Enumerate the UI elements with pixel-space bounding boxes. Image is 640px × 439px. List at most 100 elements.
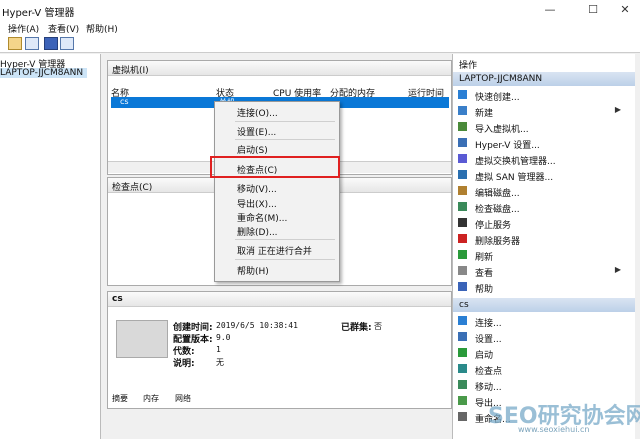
action-label: 查看	[475, 269, 494, 279]
tab-network[interactable]: 网络	[175, 393, 191, 404]
ctx-rename[interactable]: 重命名(M)...	[215, 210, 339, 224]
show-hide-action-icon[interactable]	[60, 37, 74, 50]
help-icon[interactable]	[44, 37, 58, 50]
action-label: 虚拟交换机管理器...	[475, 157, 556, 167]
tab-memory[interactable]: 内存	[143, 393, 159, 404]
window-title: Hyper-V 管理器	[2, 8, 75, 19]
action-host-7[interactable]: 检查磁盘...	[453, 200, 635, 215]
watermark: SEO研究协会网 www.seoxiehui.cn	[488, 398, 640, 434]
edit-disk-icon	[458, 186, 467, 195]
stop-service-icon	[458, 218, 467, 227]
ctx-move[interactable]: 移动(V)...	[215, 181, 339, 195]
note-value: 无	[216, 358, 224, 367]
help-icon	[458, 282, 467, 291]
refresh-icon	[458, 250, 467, 259]
action-vm-2[interactable]: 启动	[453, 346, 635, 361]
action-vm-1[interactable]: 设置...	[453, 330, 635, 345]
config-value: 9.0	[216, 333, 231, 342]
remove-server-icon	[458, 234, 467, 243]
action-host-3[interactable]: Hyper-V 设置...	[453, 136, 635, 151]
action-label: 连接...	[475, 319, 502, 329]
inspect-disk-icon	[458, 202, 467, 211]
cluster-value: 否	[374, 322, 382, 331]
submenu-arrow-icon: ▶	[614, 105, 621, 114]
checkpoint-icon	[458, 364, 467, 373]
action-host-1[interactable]: 新建 ▶	[453, 104, 635, 119]
highlight-box	[210, 156, 340, 178]
ctx-cancel-merge[interactable]: 取消 正在进行合并	[215, 243, 339, 257]
menu-bar: 操作(A) 查看(V) 帮助(H)	[0, 20, 640, 35]
vm-panel-title: 虚拟机(I)	[112, 66, 149, 76]
actions-host-group[interactable]: LAPTOP-JJCM8ANN	[453, 72, 635, 86]
action-host-2[interactable]: 导入虚拟机...	[453, 120, 635, 135]
ctx-settings[interactable]: 设置(E)...	[215, 124, 339, 138]
action-label: 删除服务器	[475, 237, 521, 247]
actions-vm-group[interactable]: cs	[453, 298, 635, 312]
context-menu: 连接(O)... 设置(E)... 启动(S) 检查点(C) 移动(V)... …	[214, 101, 340, 282]
show-hide-tree-icon[interactable]	[25, 37, 39, 50]
connect-icon	[458, 316, 467, 325]
ctx-separator	[235, 259, 335, 260]
action-host-11[interactable]: 查看 ▶	[453, 264, 635, 279]
new-icon	[458, 106, 467, 115]
action-host-0[interactable]: 快速创建...	[453, 88, 635, 103]
action-label: Hyper-V 设置...	[475, 141, 540, 151]
action-host-9[interactable]: 删除服务器	[453, 232, 635, 247]
action-label: 停止服务	[475, 221, 512, 231]
switch-manager-icon	[458, 154, 467, 163]
action-label: 帮助	[475, 285, 494, 295]
vm-thumbnail	[116, 320, 168, 358]
import-vm-icon	[458, 122, 467, 131]
action-label: 设置...	[475, 335, 502, 345]
actions-scrollbar[interactable]	[635, 54, 640, 439]
rename-icon	[458, 412, 467, 421]
start-icon	[458, 348, 467, 357]
ctx-connect[interactable]: 连接(O)...	[215, 105, 339, 119]
tab-summary[interactable]: 摘要	[112, 393, 128, 404]
navigation-tree: Hyper-V 管理器 LAPTOP-JJCM8ANN	[0, 54, 101, 439]
ctx-start[interactable]: 启动(S)	[215, 142, 339, 156]
submenu-arrow-icon: ▶	[614, 265, 621, 274]
ctx-delete[interactable]: 删除(D)...	[215, 224, 339, 238]
toolbar	[0, 34, 640, 53]
ctx-help[interactable]: 帮助(H)	[215, 263, 339, 277]
move-icon	[458, 380, 467, 389]
hyperv-settings-icon	[458, 138, 467, 147]
minimize-button[interactable]: —	[535, 0, 565, 20]
vm-name: cs	[120, 97, 129, 106]
action-label: 编辑磁盘...	[475, 189, 520, 199]
action-host-10[interactable]: 刷新	[453, 248, 635, 263]
action-label: 检查点	[475, 367, 503, 377]
checkpoint-panel-title: 检查点(C)	[112, 183, 153, 193]
action-host-4[interactable]: 虚拟交换机管理器...	[453, 152, 635, 167]
action-host-5[interactable]: 虚拟 SAN 管理器...	[453, 168, 635, 183]
ctx-separator	[235, 139, 335, 140]
created-value: 2019/6/5 10:38:41	[216, 321, 298, 330]
action-label: 虚拟 SAN 管理器...	[475, 173, 554, 183]
settings-icon	[458, 332, 467, 341]
action-vm-3[interactable]: 检查点	[453, 362, 635, 377]
action-label: 检查磁盘...	[475, 205, 520, 215]
gen-value: 1	[216, 345, 221, 354]
action-vm-0[interactable]: 连接...	[453, 314, 635, 329]
action-label: 刷新	[475, 253, 494, 263]
action-host-12[interactable]: 帮助	[453, 280, 635, 295]
action-label: 移动...	[475, 383, 502, 393]
tree-host[interactable]: LAPTOP-JJCM8ANN	[0, 68, 88, 78]
action-host-8[interactable]: 停止服务	[453, 216, 635, 231]
view-icon	[458, 266, 467, 275]
action-label: 快速创建...	[475, 93, 520, 103]
action-label: 新建	[475, 109, 494, 119]
details-title: cs	[112, 294, 123, 304]
ctx-export[interactable]: 导出(X)...	[215, 196, 339, 210]
details-panel: cs 创建时间: 2019/6/5 10:38:41 配置版本: 9.0 代数:…	[107, 291, 452, 409]
action-vm-4[interactable]: 移动...	[453, 378, 635, 393]
ctx-separator	[235, 239, 335, 240]
close-button[interactable]: ✕	[610, 0, 640, 20]
folder-up-icon[interactable]	[8, 37, 22, 50]
quick-create-icon	[458, 90, 467, 99]
maximize-button[interactable]: ☐	[578, 0, 608, 20]
cluster-label: 已群集:	[341, 323, 372, 333]
watermark-url: www.seoxiehui.cn	[518, 425, 590, 434]
action-host-6[interactable]: 编辑磁盘...	[453, 184, 635, 199]
